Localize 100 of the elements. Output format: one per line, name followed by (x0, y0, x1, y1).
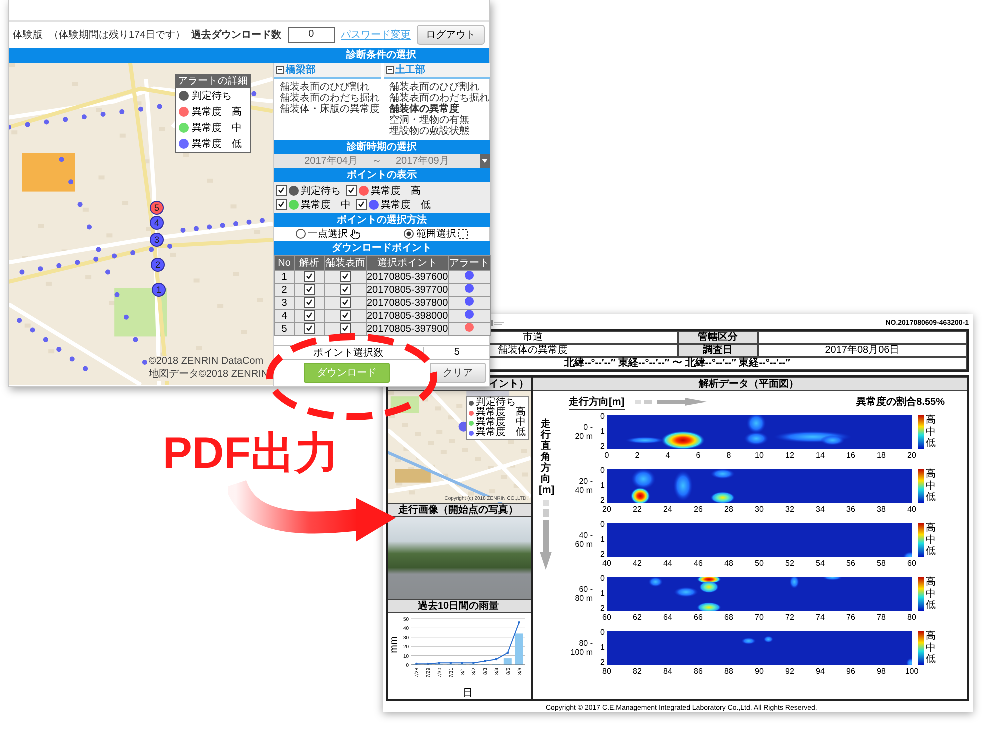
axis-tick-label: 70 (754, 613, 765, 622)
axis-tick-label: 78 (876, 613, 887, 622)
axis-tick-label: 54 (815, 559, 826, 568)
axis-tick-label: 86 (693, 667, 704, 676)
axis-tick-label: 0 (600, 629, 605, 637)
axis-tick-label: 42 (632, 559, 643, 568)
section-title: ポイントの選択方法 (274, 213, 490, 227)
axis-tick-label: 1 (600, 644, 605, 652)
axis-tick-label: 0 (600, 413, 605, 421)
axis-tick-label: 2 (600, 605, 605, 613)
axis-title: 日 (462, 688, 472, 699)
legend-title: アラートの詳細 (176, 75, 250, 88)
axis-tick-label: 38 (876, 505, 887, 514)
checkbox-label: 異常度 中 (301, 198, 351, 212)
scale-label: 中 (926, 426, 936, 438)
axis-tick-label: 52 (784, 559, 796, 568)
axis-tick-label: 60 (906, 559, 918, 568)
panel-title: 解析データ（平面図） (533, 377, 967, 391)
download-count-field: 0 (288, 27, 335, 43)
panel-title: 走行画像（開始点の写真） (388, 503, 531, 517)
axis-tick-label: 72 (784, 613, 796, 622)
axis-tick-label: 2 (600, 497, 605, 505)
axis-tick-label: 40 (602, 559, 612, 568)
axis-tick-label: 12 (784, 451, 796, 460)
section-title: 診断時期の選択 (274, 140, 490, 154)
axis-tick-label: 76 (846, 613, 856, 622)
axis-tick-label: 2 (600, 443, 605, 451)
radio-label: 範囲選択 (416, 228, 456, 241)
range-label: 40 m (575, 486, 593, 495)
scale-label: 高 (926, 631, 936, 642)
range-label: 80 m (575, 594, 593, 603)
range-label: 20 - (579, 477, 593, 486)
column-header: 解析 (294, 256, 324, 270)
axis-tick-label: 4 (664, 451, 672, 460)
axis-tick-label: 62 (632, 613, 643, 622)
legend-label: 異常度 高 (192, 106, 242, 119)
panel-title: 過去10日間の雨量 (388, 599, 531, 613)
axis-tick-label: 50 (754, 559, 765, 568)
axis-tick-label: 80 (906, 613, 918, 622)
axis-tick-label: 20 (906, 451, 918, 460)
axis-tick-label: 1 (600, 428, 605, 436)
table-cell: 4 (274, 310, 294, 322)
axis-tick-label: 84 (662, 667, 674, 676)
table-cell: 2 (274, 284, 294, 296)
legend-label: 異常度 低 (476, 428, 526, 438)
axis-tick-label: 92 (784, 667, 796, 676)
scale-label: 低 (926, 492, 936, 503)
legend-label: 異常度 中 (476, 418, 526, 428)
group-title: 土工部 (396, 64, 426, 77)
table-cell: 管轄区分 (678, 331, 758, 344)
table-cell: 20170805-397700 (366, 284, 448, 296)
table-cell: 20170805-397800 (366, 296, 448, 310)
column-header: 舗装表面 (324, 256, 366, 270)
map-copyright: ©2018 ZENRIN DataCom (149, 356, 265, 367)
axis-tick-label: 34 (815, 505, 826, 514)
anomaly-ratio: 異常度の割合8.55% (856, 395, 945, 409)
legend-label: 判定待ち (192, 90, 232, 103)
scale-label: 中 (926, 480, 936, 492)
axis-tick-label: 26 (693, 505, 704, 514)
axis-tick-label: 90 (754, 667, 765, 676)
checkbox-label: 判定待ち (301, 184, 341, 198)
table-cell: 調査日 (678, 344, 758, 357)
axis-tick-label: 2 (600, 659, 605, 667)
scale-label: 高 (926, 469, 936, 480)
table-cell: 20170805-398000 (366, 310, 448, 322)
axis-tick-label: 20 (602, 505, 612, 514)
scale-label: 低 (926, 654, 936, 665)
section-title: ダウンロードポイント (274, 241, 490, 255)
axis-title: 走行直角方向[m] (539, 419, 553, 496)
range-label: 60 - (579, 585, 593, 594)
legend-label: 異常度 中 (192, 122, 242, 135)
axis-tick-label: 82 (632, 667, 643, 676)
checkbox-label: 異常度 低 (381, 198, 431, 212)
axis-tick-label: 98 (876, 667, 887, 676)
range-label: 60 m (575, 540, 593, 549)
annotation-label: PDF出力 (163, 428, 339, 480)
axis-tick-label: 2 (634, 451, 641, 460)
scale-label: 高 (926, 577, 936, 588)
download-count-label: 過去ダウンロード数 (192, 28, 282, 42)
axis-tick-label: 32 (784, 505, 796, 514)
axis-tick-label: 1 (600, 590, 605, 598)
scale-label: 高 (926, 415, 936, 426)
axis-tick-label: 24 (662, 505, 674, 514)
axis-tick-label: 18 (876, 451, 887, 460)
group-title: 橋梁部 (286, 63, 316, 77)
table-cell: 2017年08月06日 (758, 344, 967, 357)
axis-tick-label: 30 (754, 505, 765, 514)
axis-tick-label: 96 (846, 667, 856, 676)
axis-tick-label: 36 (846, 505, 856, 514)
scale-label: 中 (926, 588, 936, 600)
legend-label: 異常度 高 (476, 408, 526, 418)
axis-tick-label: 0 (600, 521, 605, 529)
radio-label: 一点選択 (308, 228, 348, 241)
axis-tick-label: 22 (632, 505, 643, 514)
axis-tick-label: 0 (600, 575, 605, 583)
scale-label: 低 (926, 600, 936, 611)
scale-label: 高 (926, 523, 936, 534)
section-title: ポイントの表示 (274, 168, 490, 182)
scale-label: 中 (926, 642, 936, 654)
axis-tick-label: 16 (846, 451, 856, 460)
